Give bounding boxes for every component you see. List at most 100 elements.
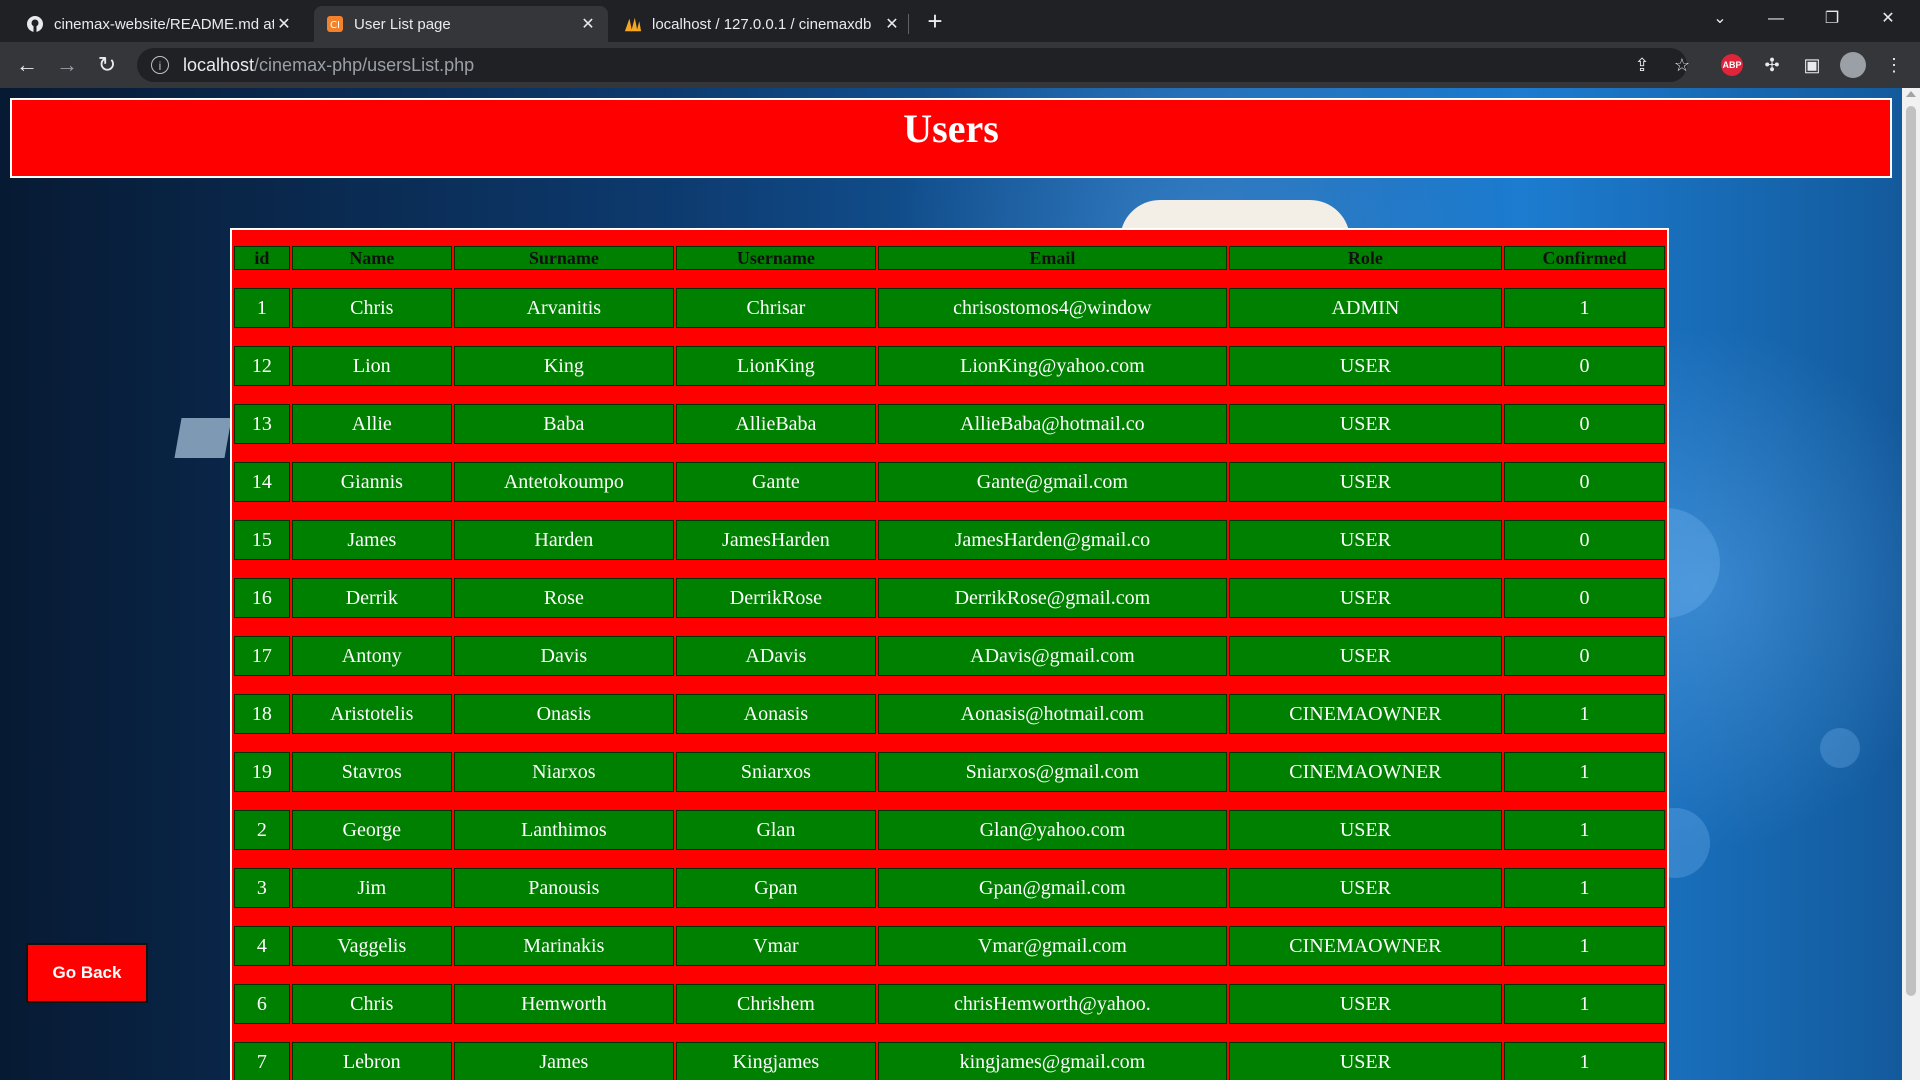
scrollbar-thumb[interactable] <box>1906 106 1916 996</box>
profile-avatar[interactable] <box>1840 52 1866 78</box>
cell-id: 2 <box>234 810 290 850</box>
cell-email: Aonasis@hotmail.com <box>877 694 1227 734</box>
cell-surname: Antetokoumpo <box>453 462 674 502</box>
cell-id: 6 <box>234 984 290 1024</box>
page-title: Users <box>903 106 999 151</box>
close-window-button[interactable]: ✕ <box>1860 0 1916 38</box>
cell-email: chrisostomos4@window <box>877 288 1227 328</box>
table-row: 1 Chris Arvanitis Chrisar chrisostomos4@wind… <box>234 288 1665 328</box>
minimize-button[interactable]: — <box>1748 0 1804 38</box>
cell-role: USER <box>1228 636 1502 676</box>
cell-id: 7 <box>234 1042 290 1080</box>
address-bar[interactable]: i localhost/cinemax-php/usersList.php <box>137 48 1687 82</box>
cell-surname: Panousis <box>453 868 674 908</box>
cell-confirmed: 0 <box>1503 578 1665 618</box>
cell-username: JamesHarden <box>675 520 876 560</box>
table-row: 18 Aristotelis Onasis Aonasis Aonasis@hotmai… <box>234 694 1665 734</box>
cell-id: 13 <box>234 404 290 444</box>
cell-surname: Onasis <box>453 694 674 734</box>
back-arrow-icon[interactable]: ← <box>12 50 42 80</box>
cell-surname: Hemworth <box>453 984 674 1024</box>
table-row: 17 Antony Davis ADavis ADavis@gmail.com USER 0 <box>234 636 1665 676</box>
tab-phpmyadmin[interactable]: localhost / 127.0.0.1 / cinemaxdb ✕ <box>612 6 912 42</box>
cell-email: ADavis@gmail.com <box>877 636 1227 676</box>
cell-role: USER <box>1228 404 1502 444</box>
cell-confirmed: 1 <box>1503 752 1665 792</box>
cell-surname: King <box>453 346 674 386</box>
bookmark-star-icon[interactable]: ☆ <box>1668 51 1696 79</box>
table-row: 2 George Lanthimos Glan Glan@yahoo.com USER 1 <box>234 810 1665 850</box>
cell-role: USER <box>1228 810 1502 850</box>
cell-email: chrisHemworth@yahoo. <box>877 984 1227 1024</box>
cell-id: 16 <box>234 578 290 618</box>
cell-username: ADavis <box>675 636 876 676</box>
restore-button[interactable]: ❐ <box>1804 0 1860 38</box>
cell-username: Chrishem <box>675 984 876 1024</box>
cell-email: Sniarxos@gmail.com <box>877 752 1227 792</box>
cell-surname: Niarxos <box>453 752 674 792</box>
site-info-icon[interactable]: i <box>151 56 169 74</box>
cell-id: 14 <box>234 462 290 502</box>
cell-role: USER <box>1228 520 1502 560</box>
go-back-button[interactable]: Go Back <box>26 943 148 1003</box>
film-reel-decoration <box>174 418 232 458</box>
cell-email: JamesHarden@gmail.co <box>877 520 1227 560</box>
tab-close-icon[interactable]: ✕ <box>274 14 294 34</box>
side-panel-icon[interactable]: ▣ <box>1798 51 1826 79</box>
table-row: 15 James Harden JamesHarden JamesHarden@gmai… <box>234 520 1665 560</box>
cell-email: DerrikRose@gmail.com <box>877 578 1227 618</box>
tab-user-list[interactable]: CI User List page ✕ <box>314 6 608 42</box>
cell-name: James <box>291 520 452 560</box>
extensions-puzzle-icon[interactable]: ✣ <box>1758 51 1786 79</box>
scroll-up-arrow-icon[interactable] <box>1906 91 1916 97</box>
svg-text:CI: CI <box>330 20 340 31</box>
column-header-username: Username <box>675 246 876 270</box>
cell-confirmed: 1 <box>1503 926 1665 966</box>
cell-name: Derrik <box>291 578 452 618</box>
cell-role: USER <box>1228 984 1502 1024</box>
cell-username: Gpan <box>675 868 876 908</box>
cell-email: Vmar@gmail.com <box>877 926 1227 966</box>
cell-confirmed: 1 <box>1503 1042 1665 1080</box>
cell-username: Sniarxos <box>675 752 876 792</box>
cell-confirmed: 1 <box>1503 810 1665 850</box>
cell-role: ADMIN <box>1228 288 1502 328</box>
cell-name: Chris <box>291 288 452 328</box>
reload-icon[interactable]: ↻ <box>92 50 122 80</box>
tab-search-chevron-icon[interactable]: ⌄ <box>1692 0 1748 38</box>
cell-role: USER <box>1228 868 1502 908</box>
tab-close-icon[interactable]: ✕ <box>578 14 598 34</box>
vertical-scrollbar[interactable] <box>1902 88 1920 1080</box>
page-content: Users id Name Surname Username Email Rol… <box>0 88 1902 1080</box>
cell-id: 3 <box>234 868 290 908</box>
tab-close-icon[interactable]: ✕ <box>882 14 902 34</box>
cell-username: Aonasis <box>675 694 876 734</box>
cell-confirmed: 0 <box>1503 636 1665 676</box>
tab-title: localhost / 127.0.0.1 / cinemaxdb <box>652 15 872 33</box>
table-row: 12 Lion King LionKing LionKing@yahoo.com USER… <box>234 346 1665 386</box>
phpmyadmin-icon <box>624 15 642 33</box>
cell-confirmed: 1 <box>1503 694 1665 734</box>
cell-name: Allie <box>291 404 452 444</box>
cell-email: kingjames@gmail.com <box>877 1042 1227 1080</box>
cell-name: Lebron <box>291 1042 452 1080</box>
table-row: 13 Allie Baba AllieBaba AllieBaba@hotmail.co… <box>234 404 1665 444</box>
cell-surname: Lanthimos <box>453 810 674 850</box>
table-row: 19 Stavros Niarxos Sniarxos Sniarxos@gmail.c… <box>234 752 1665 792</box>
column-header-email: Email <box>877 246 1227 270</box>
tab-title: User List page <box>354 15 451 33</box>
cell-confirmed: 0 <box>1503 346 1665 386</box>
cell-name: Jim <box>291 868 452 908</box>
tab-github-readme[interactable]: cinemax-website/README.md at ✕ <box>14 6 304 42</box>
users-table-body: 1 Chris Arvanitis Chrisar chrisostomos4@wind… <box>234 288 1665 1080</box>
url-host: localhost <box>183 54 255 75</box>
share-icon[interactable]: ⇪ <box>1628 51 1656 79</box>
cell-email: LionKing@yahoo.com <box>877 346 1227 386</box>
table-row: 6 Chris Hemworth Chrishem chrisHemworth@yaho… <box>234 984 1665 1024</box>
new-tab-button[interactable]: + <box>920 6 950 36</box>
codeigniter-icon: CI <box>326 15 344 33</box>
adblock-plus-icon[interactable]: ABP <box>1721 54 1743 76</box>
cell-surname: James <box>453 1042 674 1080</box>
forward-arrow-icon[interactable]: → <box>52 50 82 80</box>
menu-kebab-icon[interactable]: ⋮ <box>1880 51 1908 79</box>
